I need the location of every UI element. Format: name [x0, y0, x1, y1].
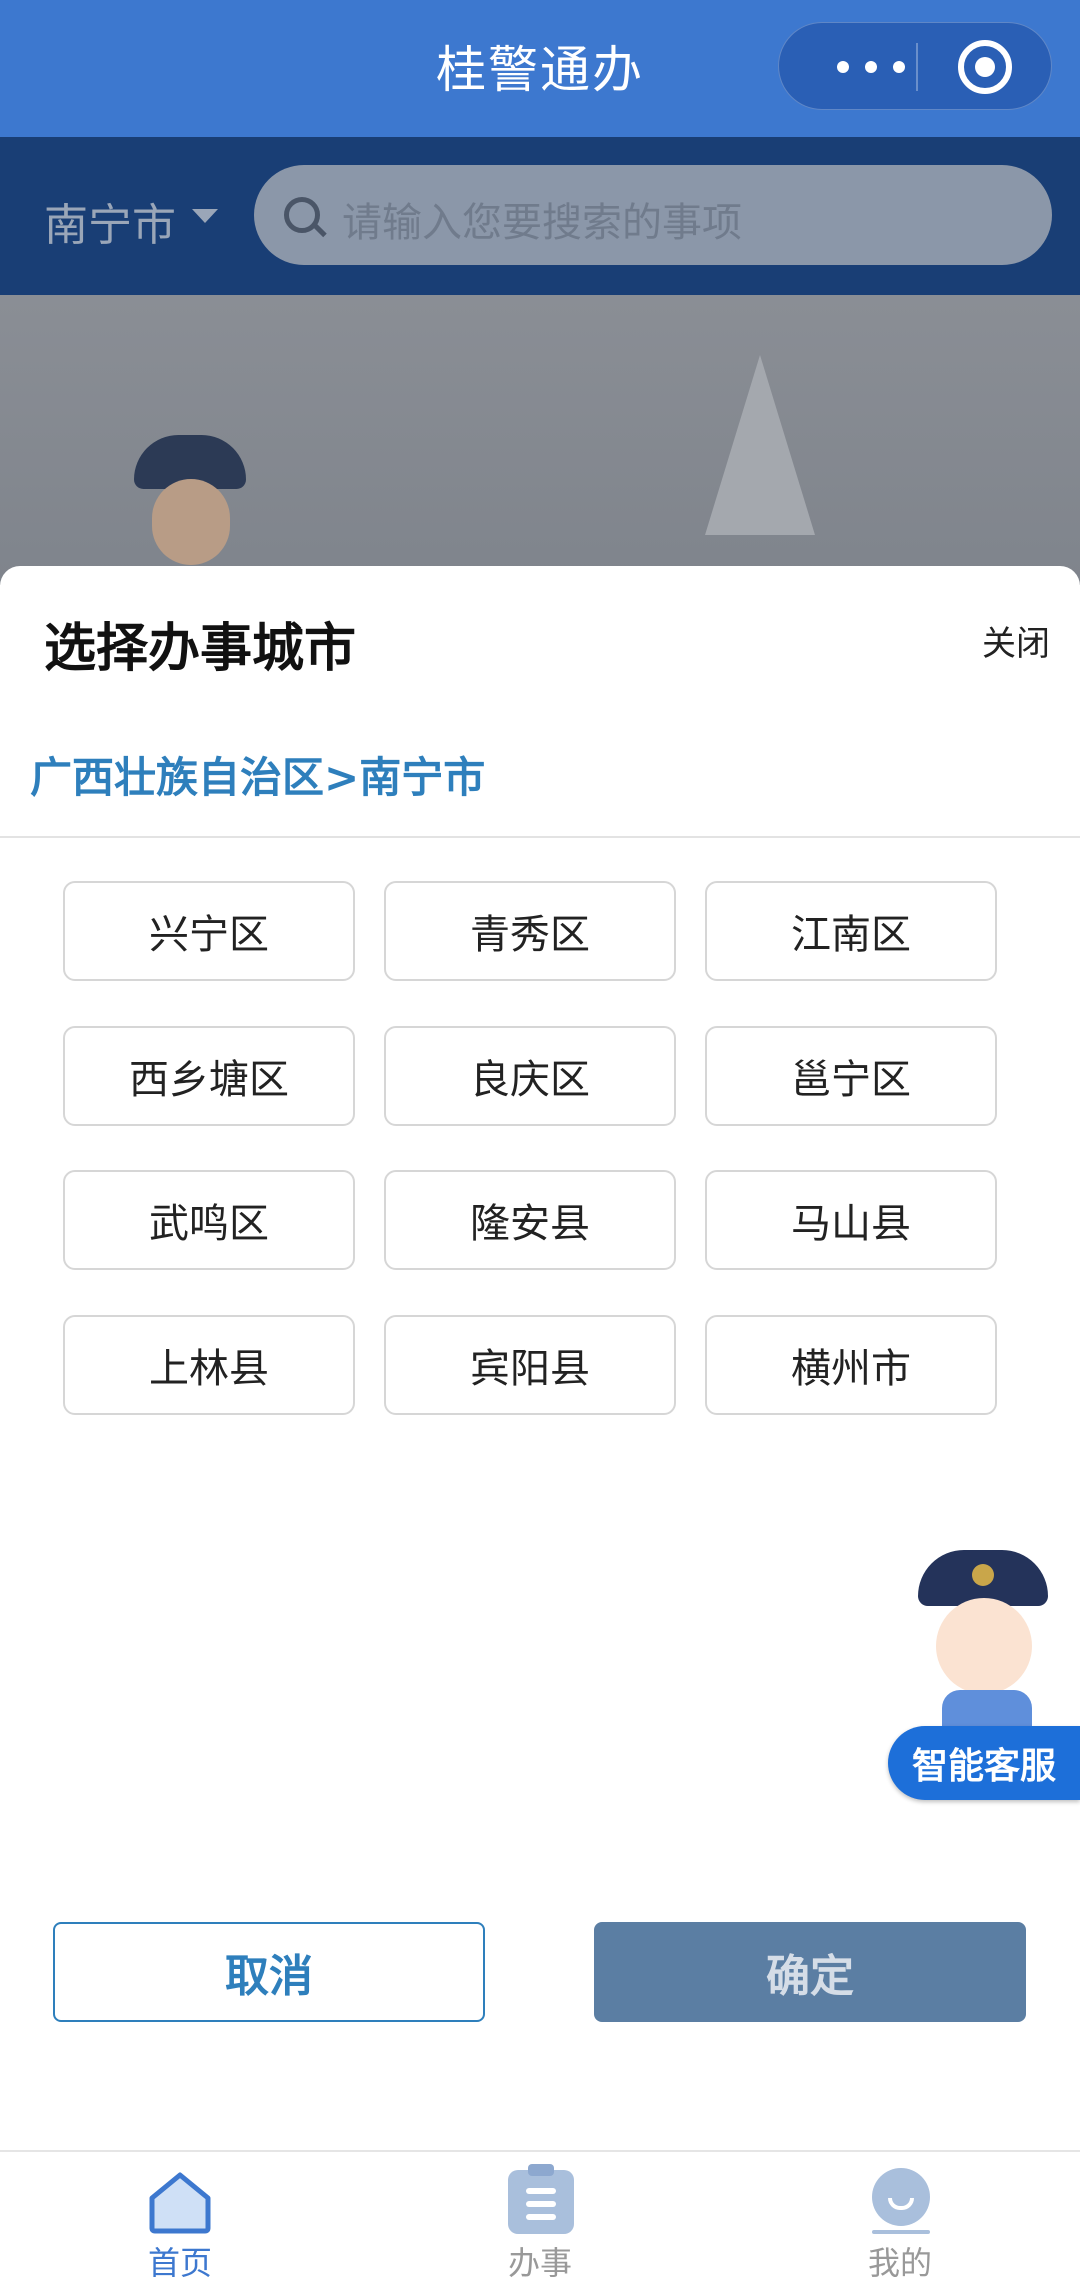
district-option[interactable]: 马山县 [705, 1170, 997, 1270]
confirm-button[interactable]: 确定 [594, 1922, 1026, 2022]
city-search-bar: 南宁市 请输入您要搜索的事项 [0, 137, 1080, 295]
district-option[interactable]: 西乡塘区 [63, 1026, 355, 1126]
customer-service-float[interactable]: 智能客服 [888, 1550, 1080, 1802]
home-icon [149, 2172, 211, 2234]
tab-home[interactable]: 首页 [80, 2152, 280, 2288]
city-picker-sheet: 选择办事城市 关闭 广西壮族自治区>南宁市 兴宁区 青秀区 江南区 西乡塘区 良… [0, 566, 1080, 2150]
district-option[interactable]: 横州市 [705, 1315, 997, 1415]
customer-service-button[interactable]: 智能客服 [888, 1726, 1080, 1800]
tab-label: 办事 [507, 2244, 572, 2282]
mascot-face [936, 1598, 1032, 1694]
more-icon[interactable] [819, 23, 929, 111]
district-option[interactable]: 武鸣区 [63, 1170, 355, 1270]
sheet-title: 选择办事城市 [44, 619, 357, 679]
district-option[interactable]: 邕宁区 [705, 1026, 997, 1126]
district-option[interactable]: 良庆区 [384, 1026, 676, 1126]
capsule-divider [916, 43, 918, 91]
search-placeholder: 请输入您要搜索的事项 [342, 200, 742, 246]
bottom-tab-bar: 首页 办事 我的 [0, 2150, 1080, 2286]
landmark-building-image [610, 355, 910, 585]
cancel-button[interactable]: 取消 [53, 1922, 485, 2022]
district-option[interactable]: 江南区 [705, 881, 997, 981]
banner-image [0, 295, 1080, 585]
clipboard-icon [508, 2164, 574, 2234]
caret-down-icon [192, 209, 218, 223]
user-icon [872, 2168, 930, 2226]
app-header: 桂警通办 [0, 0, 1080, 137]
tab-label: 首页 [147, 2244, 212, 2282]
district-option[interactable]: 上林县 [63, 1315, 355, 1415]
user-icon-base [872, 2230, 930, 2234]
divider [0, 836, 1080, 838]
tab-services[interactable]: 办事 [440, 2152, 640, 2288]
close-button[interactable]: 关闭 [982, 616, 1050, 665]
city-selector[interactable]: 南宁市 [44, 189, 176, 253]
district-option[interactable]: 青秀区 [384, 881, 676, 981]
district-option[interactable]: 兴宁区 [63, 881, 355, 981]
district-option[interactable]: 隆安县 [384, 1170, 676, 1270]
district-option[interactable]: 宾阳县 [384, 1315, 676, 1415]
police-mascot-image [130, 435, 250, 565]
tab-profile[interactable]: 我的 [800, 2152, 1000, 2288]
search-input[interactable]: 请输入您要搜索的事项 [254, 165, 1052, 265]
search-icon [284, 197, 320, 233]
mini-program-capsule [778, 22, 1052, 110]
cap-badge-icon [972, 1564, 994, 1586]
region-breadcrumb[interactable]: 广西壮族自治区>南宁市 [30, 744, 485, 805]
target-icon[interactable] [958, 40, 1012, 94]
tab-label: 我的 [867, 2244, 932, 2282]
